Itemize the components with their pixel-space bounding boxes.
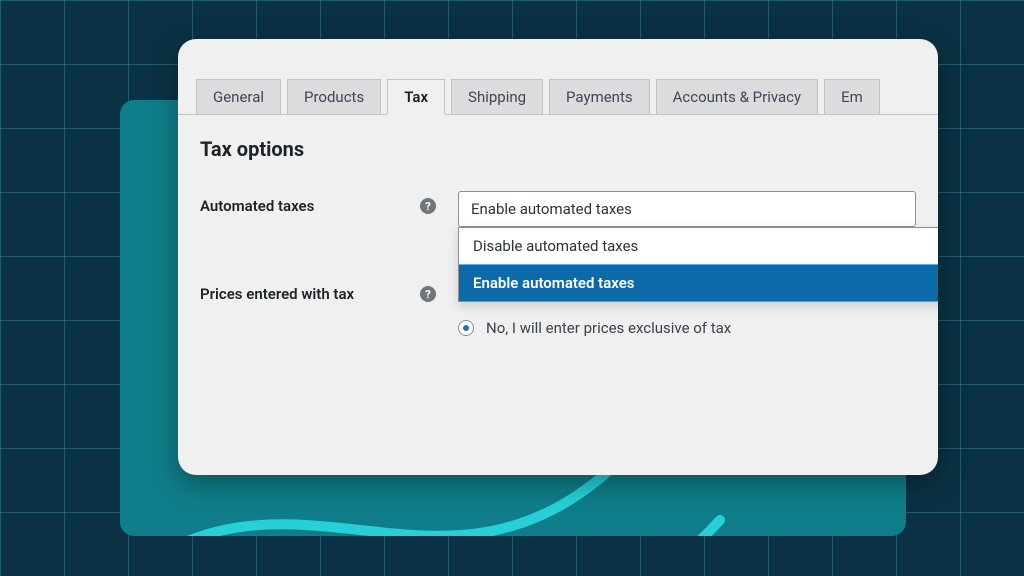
option-disable-automated-taxes[interactable]: Disable automated taxes bbox=[459, 228, 938, 264]
tab-shipping[interactable]: Shipping bbox=[451, 79, 543, 114]
tab-tax[interactable]: Tax bbox=[387, 79, 445, 115]
automated-taxes-dropdown: Disable automated taxes Enable automated… bbox=[458, 227, 938, 302]
settings-panel: General Products Tax Shipping Payments A… bbox=[178, 39, 938, 475]
field-automated-taxes: Enable automated taxes Disable automated… bbox=[436, 191, 916, 227]
label-automated-taxes: Automated taxes ? bbox=[200, 191, 436, 215]
tab-products[interactable]: Products bbox=[287, 79, 381, 114]
tab-general[interactable]: General bbox=[196, 79, 281, 114]
tab-emails[interactable]: Em bbox=[824, 79, 880, 114]
radio-dot-icon bbox=[458, 320, 474, 336]
tab-accounts-privacy[interactable]: Accounts & Privacy bbox=[656, 79, 818, 114]
label-automated-taxes-text: Automated taxes bbox=[200, 197, 314, 215]
help-icon[interactable]: ? bbox=[420, 198, 436, 214]
row-automated-taxes: Automated taxes ? Enable automated taxes… bbox=[200, 191, 916, 227]
settings-content: Tax options Automated taxes ? Enable aut… bbox=[178, 115, 938, 337]
help-icon[interactable]: ? bbox=[420, 286, 436, 302]
section-title: Tax options bbox=[200, 137, 916, 161]
label-prices-with-tax: Prices entered with tax ? bbox=[200, 279, 436, 303]
automated-taxes-select[interactable]: Enable automated taxes Disable automated… bbox=[458, 191, 916, 227]
settings-tabs: General Products Tax Shipping Payments A… bbox=[178, 39, 938, 115]
option-enable-automated-taxes[interactable]: Enable automated taxes bbox=[459, 264, 938, 301]
automated-taxes-selected-value[interactable]: Enable automated taxes bbox=[458, 191, 916, 227]
radio-prices-exclusive[interactable]: No, I will enter prices exclusive of tax bbox=[458, 319, 916, 337]
label-prices-with-tax-text: Prices entered with tax bbox=[200, 285, 354, 303]
radio-prices-exclusive-label: No, I will enter prices exclusive of tax bbox=[486, 319, 731, 337]
tab-payments[interactable]: Payments bbox=[549, 79, 650, 114]
